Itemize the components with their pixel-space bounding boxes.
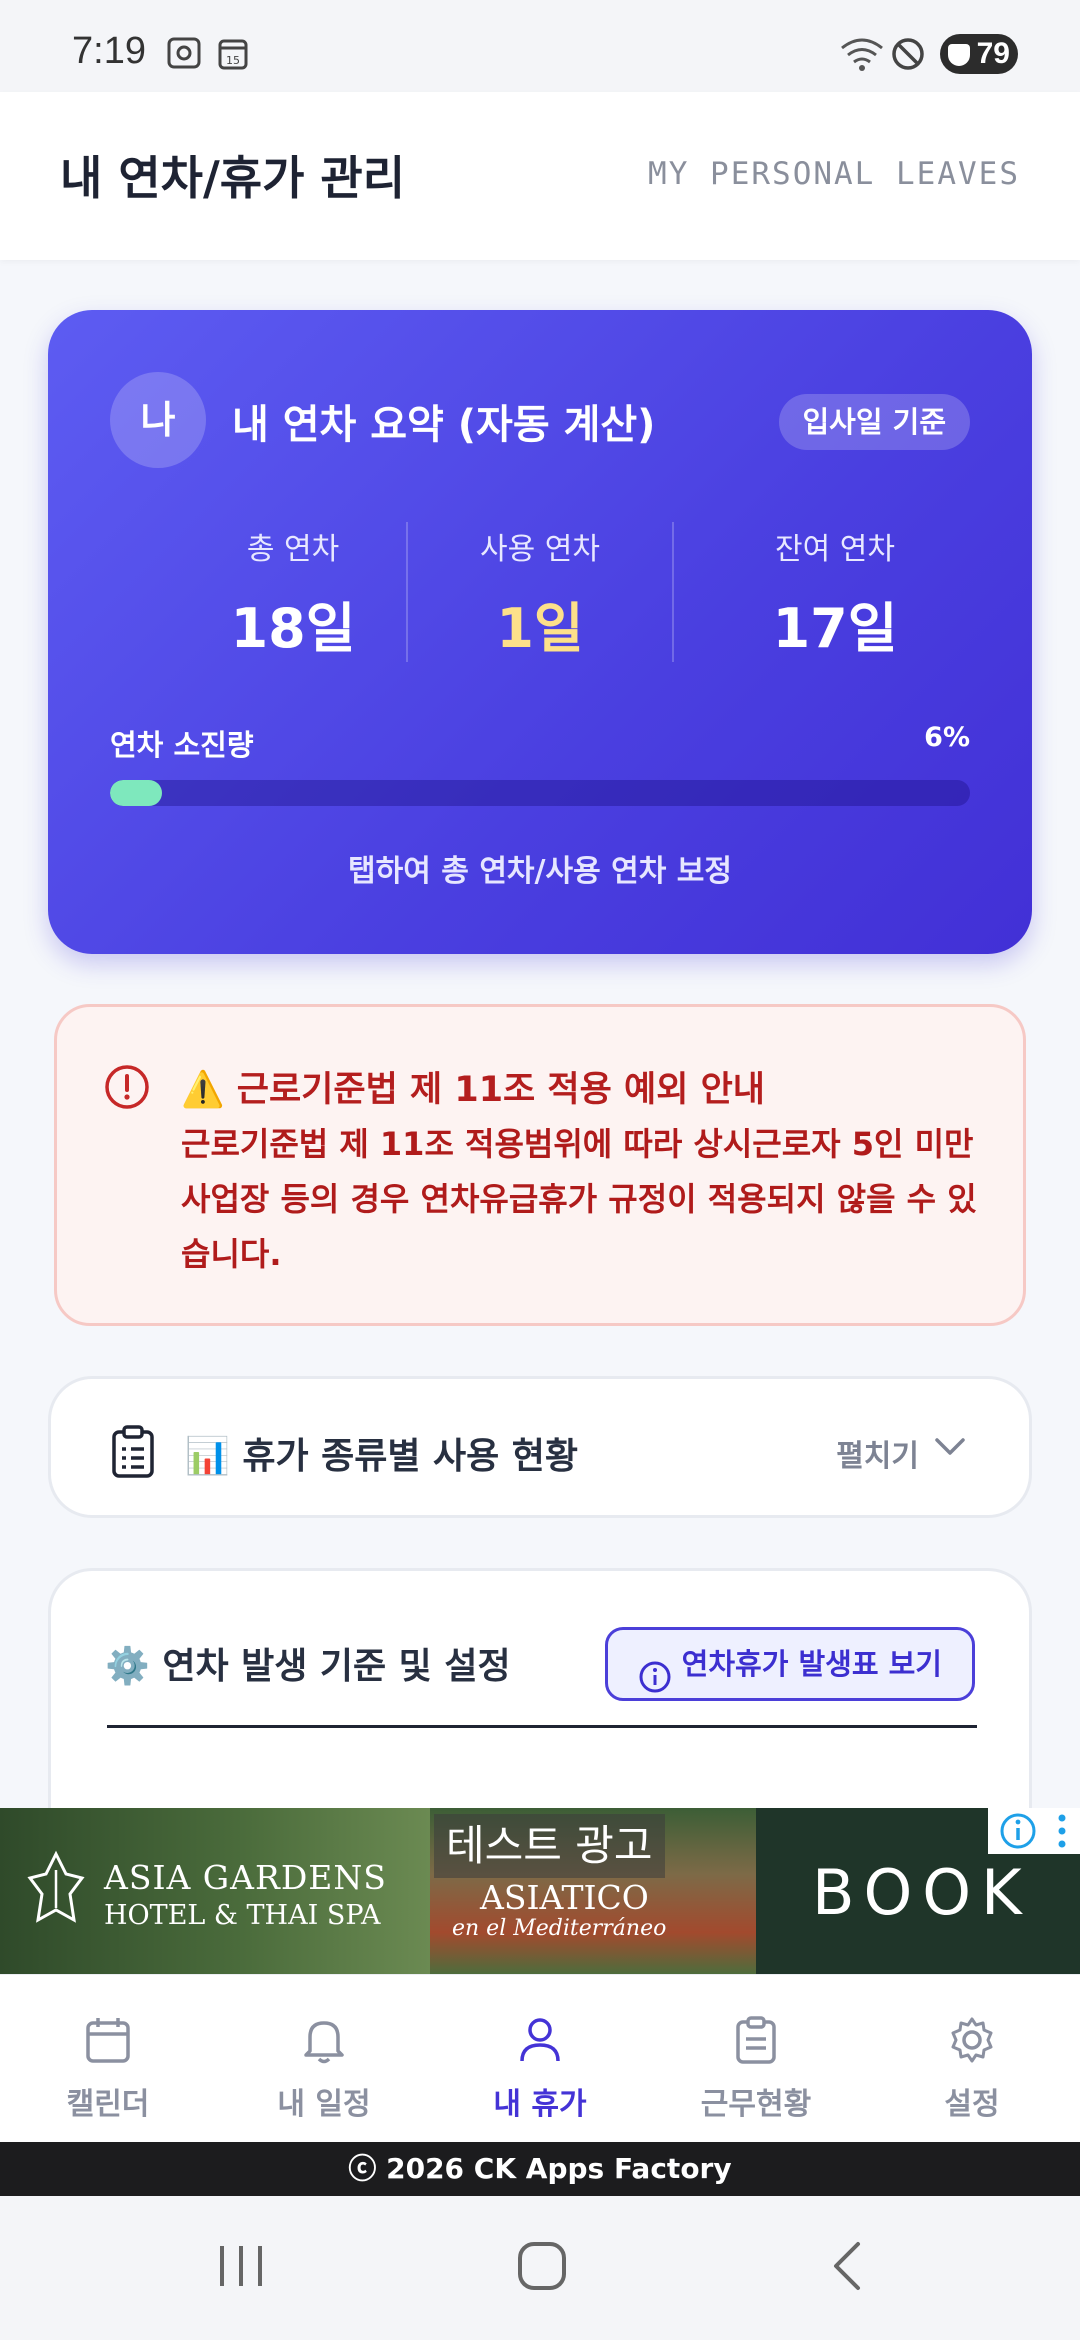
nav-label: 내 휴가 [493,2087,587,2122]
view-leave-table-label: 연차휴가 발생표 보기 [681,1647,942,1681]
leave-type-usage-toggle[interactable]: 📊 휴가 종류별 사용 현황 펼치기 [48,1376,1032,1518]
usage-label: 연차 소진량 [110,728,254,762]
leave-type-usage-title: 📊 휴가 종류별 사용 현황 [185,1436,579,1477]
ad-book-cta[interactable]: BOOK [812,1856,1032,1929]
recent-apps-icon[interactable] [214,2236,268,2300]
system-navigation-bar [0,2196,1080,2340]
expand-label: 펼치기 [836,1439,919,1474]
nav-item-my-schedule[interactable]: 내 일정 [216,1975,432,2143]
avatar: 나 [110,372,206,468]
basis-badge: 입사일 기준 [778,394,970,450]
battery-icon: 79 [940,34,1018,74]
screenshot-icon [166,36,202,74]
home-icon[interactable] [512,2236,572,2300]
battery-level: 79 [976,37,1010,70]
dnd-icon [890,36,926,76]
ad-brand-line2: HOTEL & THAI SPA [104,1900,381,1931]
stat-used-value: 1일 [496,597,584,660]
clipboard-icon [109,1425,157,1483]
leave-settings-card: ⚙️ 연차 발생 기준 및 설정 연차휴가 발생표 보기 [48,1568,1032,1808]
nav-label: 캘린더 [66,2087,150,2122]
alert-title: ⚠️ 근로기준법 제 11조 적용 예외 안내 [181,1070,765,1110]
stat-remaining-label: 잔여 연차 [775,532,895,567]
divider [107,1725,977,1728]
labor-law-alert: ⚠️ 근로기준법 제 11조 적용 예외 안내 근로기준법 제 11조 적용범위… [54,1004,1026,1326]
svg-text:15: 15 [226,54,240,67]
stat-remaining-value: 17일 [772,597,898,660]
ad-test-label: 테스트 광고 [434,1814,665,1878]
ad-brand-line1: ASIA GARDENS [104,1858,387,1897]
stat-used: 사용 연차 1일 [393,524,687,663]
bottom-navigation: 캘린더 내 일정 내 휴가 근무현황 설정 [0,1974,1080,2142]
gear-icon [951,2017,993,2063]
tap-hint: 탭하여 총 연차/사용 연차 보정 [348,854,732,889]
ad-logo-icon [24,1850,88,1934]
usage-progress-bar [110,780,970,806]
nav-item-calendar[interactable]: 캘린더 [0,1975,216,2143]
ad-info-icon [1000,1813,1066,1849]
ad-mid-line1: ASIATICO [480,1878,649,1917]
stat-used-label: 사용 연차 [480,532,600,567]
view-leave-table-button[interactable]: 연차휴가 발생표 보기 [604,1627,975,1701]
page-subtitle: MY PERSONAL LEAVES [648,156,1020,192]
alert-body: 근로기준법 제 11조 적용범위에 따라 상시근로자 5인 미만 사업장 등의 … [181,1125,977,1273]
ad-mid-line2: en el Mediterráneo [452,1916,667,1941]
person-icon [520,2018,560,2062]
status-time: 7:19 [72,30,146,72]
chevron-down-icon [933,1435,967,1463]
calendar-icon [86,2018,130,2063]
nav-label: 내 일정 [277,2087,371,2122]
clipboard-icon [736,2016,776,2064]
ad-banner[interactable]: ASIA GARDENS HOTEL & THAI SPA ASIATICO e… [0,1808,1080,1974]
ad-choices[interactable] [988,1808,1080,1854]
back-icon[interactable] [824,2236,870,2300]
usage-percent: 6% [924,722,970,753]
status-bar: 7:19 15 79 [0,0,1080,92]
bell-icon [304,2021,344,2064]
app-header: 내 연차/휴가 관리 MY PERSONAL LEAVES [0,92,1080,260]
usage-progress-fill [110,780,162,806]
nav-label: 설정 [944,2087,1000,2122]
info-icon [638,1650,672,1718]
copyright-footer: ⓒ 2026 CK Apps Factory [0,2142,1080,2196]
nav-item-settings[interactable]: 설정 [864,1975,1080,2143]
nav-label: 근무현황 [700,2087,812,2122]
calendar-icon: 15 [218,36,248,74]
leave-summary-card[interactable]: 나 내 연차 요약 (자동 계산) 입사일 기준 총 연차 18일 사용 연차 … [48,310,1032,954]
nav-item-my-leave[interactable]: 내 휴가 [432,1975,648,2143]
page-title: 내 연차/휴가 관리 [60,151,406,205]
summary-title: 내 연차 요약 (자동 계산) [232,402,656,448]
stat-remaining: 잔여 연차 17일 [688,524,982,663]
alert-circle-icon [103,1063,151,1115]
wifi-icon [840,36,884,76]
settings-title: ⚙️ 연차 발생 기준 및 설정 [105,1646,511,1687]
nav-item-work-status[interactable]: 근무현황 [648,1975,864,2143]
stat-divider [672,522,674,662]
